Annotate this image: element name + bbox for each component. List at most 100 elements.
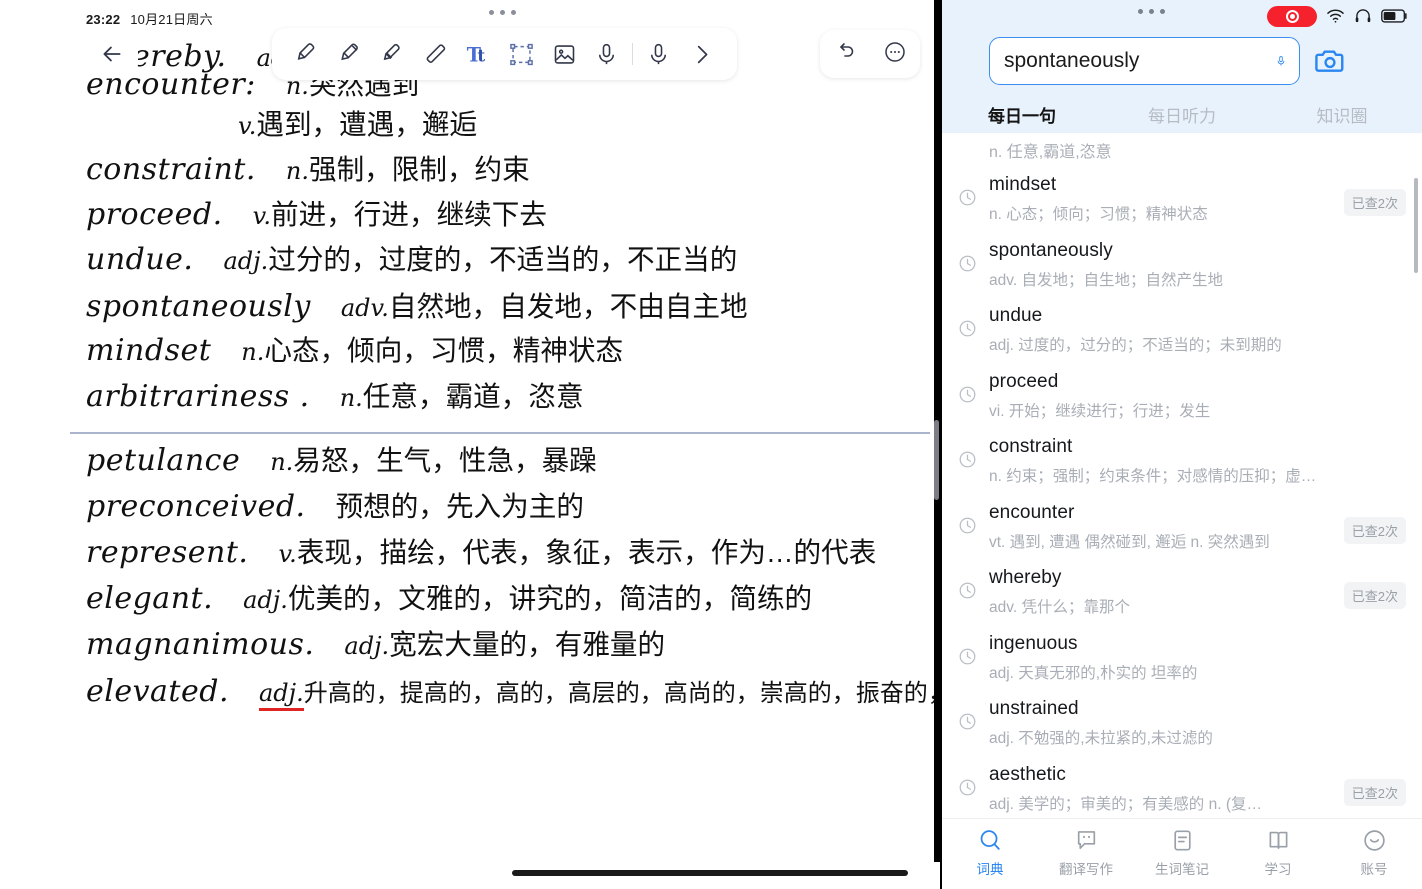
history-item[interactable]: aesthetic adj. 美学的；审美的；有美感的 n. (复… 已查2次 bbox=[942, 757, 1422, 819]
expand-toolbar-chevron[interactable] bbox=[680, 32, 723, 76]
clock-icon bbox=[959, 517, 976, 533]
chevron-right-icon bbox=[697, 45, 708, 63]
note-word-en: petulance bbox=[86, 443, 241, 478]
history-definition: adj. 美学的；审美的；有美感的 n. (复… bbox=[989, 795, 1262, 813]
notes-icon bbox=[1173, 830, 1191, 851]
history-definition: adj. 不勉强的,未拉紧的,未过滤的 bbox=[989, 730, 1213, 747]
voice-note-tool[interactable] bbox=[637, 32, 680, 76]
tab-2[interactable]: 知识圈 bbox=[1262, 100, 1422, 133]
back-arrow-icon bbox=[103, 46, 121, 62]
history-item[interactable]: whereby adv. 凭什么；靠那个 已查2次 bbox=[942, 560, 1422, 626]
note-pos: adv. bbox=[340, 294, 389, 322]
handwriting-canvas[interactable]: whereby. adv.encounter: n.突然遇到v.遇到，遭遇，邂逅… bbox=[0, 0, 940, 862]
note-line: mindset n.心态，倾向，习惯，精神状态 bbox=[86, 336, 623, 366]
note-definition-cn: 任意，霸道，恣意 bbox=[362, 381, 584, 412]
note-section-divider bbox=[70, 432, 930, 434]
history-item[interactable]: proceed vi. 开始；继续进行；行进；发生 bbox=[942, 364, 1422, 430]
note-word-en: constraint. bbox=[86, 152, 256, 187]
note-definition-cn: 表现，描绘，代表，象征，表示，作为…的代表 bbox=[296, 537, 877, 568]
undo-more-group[interactable] bbox=[820, 30, 920, 78]
note-word-en: arbitrariness . bbox=[86, 379, 310, 414]
note-pos: n. bbox=[241, 338, 265, 366]
tab-1[interactable]: 每日听力 bbox=[1102, 100, 1262, 133]
pen-tool[interactable] bbox=[286, 32, 329, 76]
note-pos: adj. bbox=[223, 247, 269, 275]
nav-item-0[interactable]: 词典 bbox=[942, 828, 1038, 878]
clock-icon bbox=[959, 386, 976, 402]
note-scrollbar-track[interactable] bbox=[934, 0, 940, 862]
note-word-en: spontaneously bbox=[86, 289, 311, 324]
lasso-select-tool[interactable] bbox=[500, 32, 543, 76]
nav-item-4[interactable]: 账号 bbox=[1326, 828, 1422, 878]
undo-button[interactable] bbox=[833, 40, 857, 69]
list-scrollbar-thumb[interactable] bbox=[1414, 178, 1418, 273]
note-definition-cn: 遇到，遭遇，邂逅 bbox=[256, 109, 478, 140]
search-input[interactable] bbox=[1004, 49, 1275, 73]
translate-icon bbox=[1077, 831, 1095, 850]
clock-icon bbox=[959, 779, 976, 795]
undo-arrow-icon bbox=[840, 42, 854, 57]
clock-icon bbox=[958, 254, 977, 273]
eraser-tool[interactable] bbox=[414, 32, 457, 76]
highlighter-tool[interactable] bbox=[372, 32, 415, 76]
history-word: proceed bbox=[989, 370, 1059, 392]
more-options-button[interactable] bbox=[883, 40, 907, 69]
headphone-icon bbox=[1355, 9, 1371, 23]
clock-icon bbox=[958, 385, 977, 404]
history-item[interactable]: undue adj. 过度的，过分的；不适当的；未到期的 bbox=[942, 298, 1422, 364]
translate-icon bbox=[1074, 828, 1099, 853]
insert-image-tool[interactable] bbox=[543, 32, 586, 76]
history-item[interactable]: ingenuous adj. 天真无邪的,朴实的 坦率的 bbox=[942, 626, 1422, 692]
nav-item-2[interactable]: 生词笔记 bbox=[1134, 828, 1230, 878]
nav-item-3[interactable]: 学习 bbox=[1230, 828, 1326, 878]
pencil-tool[interactable] bbox=[329, 32, 372, 76]
audio-record-tool[interactable] bbox=[586, 32, 629, 76]
tab-0[interactable]: 每日一句 bbox=[942, 100, 1102, 133]
clock-icon bbox=[958, 712, 977, 731]
history-item[interactable]: encounter vt. 遇到, 遭遇 偶然碰到, 邂逅 n. 突然遇到 已查2次 bbox=[942, 495, 1422, 561]
history-item[interactable]: spontaneously adv. 自发地；自生地；自然产生地 bbox=[942, 233, 1422, 299]
status-time: 23:22 bbox=[86, 12, 121, 27]
note-line: proceed. v.前进，行进，继续下去 bbox=[86, 200, 547, 230]
account-smiley-icon bbox=[1363, 830, 1385, 851]
note-word-en: undue. bbox=[86, 242, 194, 277]
clock-icon bbox=[959, 648, 976, 664]
clock-icon bbox=[958, 647, 977, 666]
nav-item-1[interactable]: 翻译写作 bbox=[1038, 828, 1134, 878]
search-history-list[interactable]: n. 任意,霸道,恣意 mindset n. 心态；倾向；习惯；精神状态 已查2次 … bbox=[942, 133, 1422, 818]
history-item[interactable]: constraint n. 约束；强制；约束条件；对感情的压抑；虚… bbox=[942, 429, 1422, 495]
text-tool[interactable]: T t bbox=[457, 32, 500, 76]
highlighter-icon bbox=[384, 43, 401, 60]
lookup-count-badge: 已查2次 bbox=[1343, 189, 1406, 216]
clock-icon bbox=[959, 189, 976, 206]
voice-search-button[interactable] bbox=[1275, 48, 1287, 74]
history-item[interactable]: mindset n. 心态；倾向；习惯；精神状态 已查2次 bbox=[942, 167, 1422, 233]
search-box[interactable] bbox=[989, 37, 1300, 85]
header-tabs[interactable]: 每日一句 每日听力 知识圈 bbox=[942, 100, 1422, 133]
nav-item-label: 生词笔记 bbox=[1155, 862, 1209, 877]
note-scrollbar-thumb[interactable] bbox=[934, 420, 939, 500]
bottom-navigation[interactable]: 词典 翻译写作 生词笔记 学习 账号 bbox=[942, 818, 1422, 889]
lookup-count-badge: 已查2次 bbox=[1343, 516, 1406, 544]
nav-item-label: 学习 bbox=[1264, 862, 1292, 877]
camera-search-button[interactable] bbox=[1314, 46, 1346, 76]
right-bottom-gap bbox=[942, 881, 1422, 889]
history-item[interactable]: unstrained adj. 不勉强的,未拉紧的,未过滤的 bbox=[942, 691, 1422, 757]
clock-icon bbox=[958, 188, 977, 207]
note-definition-cn: 升高的，提高的，高的，高层的，高尚的，崇高的，振奋的，欢欣的 bbox=[303, 680, 940, 707]
note-word-en: elevated. bbox=[86, 674, 229, 709]
camera-icon bbox=[1315, 50, 1344, 73]
back-button[interactable] bbox=[86, 30, 138, 78]
note-definition-cn: 预想的，先入为主的 bbox=[335, 491, 584, 522]
note-pos: v. bbox=[238, 112, 257, 140]
home-indicator[interactable] bbox=[512, 870, 908, 876]
partial-definition-text: n. 任意,霸道,恣意 bbox=[989, 144, 1112, 161]
right-status-bar bbox=[1267, 5, 1408, 27]
eraser-icon bbox=[426, 43, 446, 63]
svg-text:t: t bbox=[477, 45, 485, 65]
clock-icon bbox=[958, 516, 977, 535]
toolbar-drag-handle[interactable] bbox=[489, 10, 516, 15]
account-smiley-icon bbox=[1362, 828, 1387, 853]
drawing-toolbar[interactable]: T t bbox=[272, 28, 737, 80]
note-word-en: preconceived. bbox=[86, 489, 306, 524]
